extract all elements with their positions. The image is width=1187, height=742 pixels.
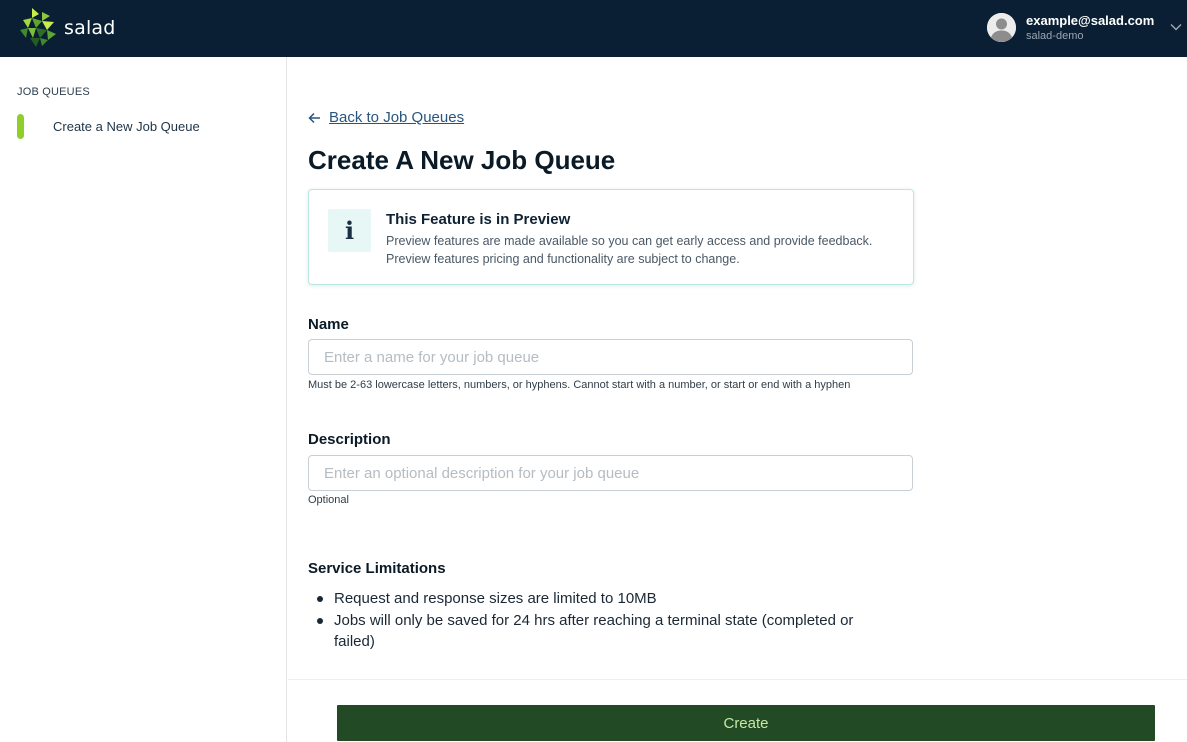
brand-name: salad [64,17,116,39]
sidebar-heading: JOB QUEUES [17,86,90,98]
name-help-text: Must be 2-63 lowercase letters, numbers,… [308,379,851,391]
list-item: Jobs will only be saved for 24 hrs after… [314,610,894,653]
description-label: Description [308,431,391,448]
chevron-down-icon[interactable] [1169,20,1183,34]
name-input[interactable] [308,339,913,375]
description-help-text: Optional [308,494,349,506]
list-item: Request and response sizes are limited t… [314,588,894,610]
user-email: example@salad.com [1026,13,1155,28]
user-menu[interactable]: example@salad.com salad-demo [977,0,1187,57]
user-organization: salad-demo [1026,30,1084,42]
page-title: Create A New Job Queue [308,145,616,175]
top-bar: salad example@salad.com salad-demo [0,0,1187,57]
back-to-job-queues-link[interactable]: Back to Job Queues [308,109,464,126]
create-button[interactable]: Create [337,705,1155,741]
service-limitations-list: Request and response sizes are limited t… [314,588,894,653]
avatar-icon [987,13,1016,42]
sidebar-item-label: Create a New Job Queue [53,119,200,134]
arrow-left-icon [308,112,320,123]
main-content: Back to Job Queues Create A New Job Queu… [288,57,1187,742]
description-input[interactable] [308,455,913,491]
sidebar-item-create-job-queue[interactable]: Create a New Job Queue [17,114,267,139]
notice-title: This Feature is in Preview [386,211,571,228]
sidebar: JOB QUEUES Create a New Job Queue [0,57,287,742]
salad-logo-icon [20,8,56,47]
notice-body: Preview features are made available so y… [386,234,873,266]
preview-notice: i This Feature is in Preview Preview fea… [308,189,914,285]
back-link-label: Back to Job Queues [329,109,465,126]
brand[interactable]: salad [20,8,116,48]
active-indicator [17,114,24,139]
info-icon: i [328,209,371,252]
name-label: Name [308,316,349,333]
service-limitations-title: Service Limitations [308,560,446,577]
footer-divider [288,679,1187,680]
